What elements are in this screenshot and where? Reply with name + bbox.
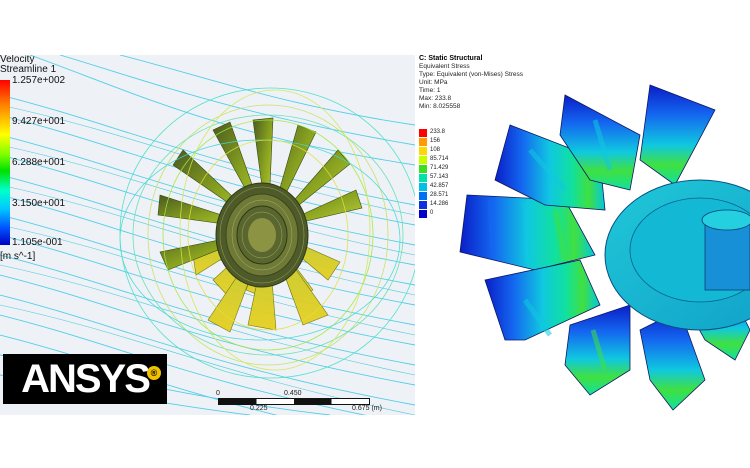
- stress-legend-swatch: [419, 146, 427, 155]
- stress-legend-entry: 233.8: [419, 128, 445, 137]
- time-line: Time: 1: [419, 87, 441, 94]
- stress-legend-label: 108: [430, 147, 441, 153]
- stress-legend-entry: 85.714: [419, 155, 448, 164]
- stress-legend-entry: 28.571: [419, 191, 448, 200]
- scale-label-mid: 0.450: [284, 390, 302, 397]
- stress-legend-label: 0: [430, 210, 434, 216]
- stress-legend-label: 71.429: [430, 165, 449, 171]
- analysis-title: C: Static Structural: [419, 55, 483, 62]
- velocity-legend-min: 1.105e-001: [12, 237, 63, 248]
- stress-legend-entry: 57.143: [419, 173, 448, 182]
- stress-legend-swatch: [419, 164, 427, 173]
- velocity-color-bar: [0, 80, 10, 245]
- stress-legend-entry: 156: [419, 137, 440, 146]
- stress-legend-entry: 14.286: [419, 200, 448, 209]
- min-line: Min: 8.025558: [419, 103, 461, 110]
- unit-line: Unit: MPa: [419, 79, 448, 86]
- stress-legend-label: 233.8: [430, 129, 446, 135]
- stress-legend-label: 42.857: [430, 183, 449, 189]
- velocity-legend-value: 9.427e+001: [12, 116, 66, 127]
- stress-legend-label: 156: [430, 138, 441, 144]
- stress-legend-entry: 108: [419, 146, 440, 155]
- result-type: Equivalent Stress: [419, 63, 470, 70]
- velocity-legend-max: 1.257e+002: [12, 75, 66, 86]
- velocity-legend-value: 3.150e+001: [12, 198, 66, 209]
- stress-legend-swatch: [419, 182, 427, 191]
- scale-label-end: 0.675 (m): [352, 405, 382, 412]
- stress-legend-swatch: [419, 209, 427, 218]
- stress-legend-label: 28.571: [430, 192, 449, 198]
- max-line: Max: 233.8: [419, 95, 452, 102]
- stress-contour-render: [459, 84, 750, 411]
- scale-bar: [218, 398, 370, 405]
- ansys-logo: ANSYS ®: [3, 354, 167, 404]
- velocity-legend-subtitle: Streamline 1: [0, 64, 57, 75]
- stress-legend-swatch: [419, 155, 427, 164]
- stress-legend-entry: 0: [419, 209, 433, 218]
- stress-legend-swatch: [419, 191, 427, 200]
- stress-legend-label: 14.286: [430, 201, 449, 207]
- velocity-legend-value: 6.288e+001: [12, 157, 66, 168]
- stress-legend-swatch: [419, 173, 427, 182]
- stress-legend-entry: 42.857: [419, 182, 448, 191]
- stress-legend-swatch: [419, 200, 427, 209]
- stress-legend-label: 85.714: [430, 156, 449, 162]
- ansys-logo-text: ANSYS: [21, 357, 151, 401]
- stress-type: Type: Equivalent (von-Mises) Stress: [419, 71, 524, 78]
- stress-legend-entry: 71.429: [419, 164, 448, 173]
- registered-mark-icon: ®: [147, 366, 161, 380]
- stress-legend-label: 57.143: [430, 174, 449, 180]
- stress-legend-swatch: [419, 128, 427, 137]
- scale-label-quarter: 0.225: [250, 405, 268, 412]
- scale-label-start: 0: [216, 390, 220, 397]
- stress-legend-swatch: [419, 137, 427, 146]
- structural-viewport[interactable]: C: Static Structural Equivalent Stress T…: [415, 40, 750, 425]
- velocity-legend-unit: [m s^-1]: [0, 251, 36, 262]
